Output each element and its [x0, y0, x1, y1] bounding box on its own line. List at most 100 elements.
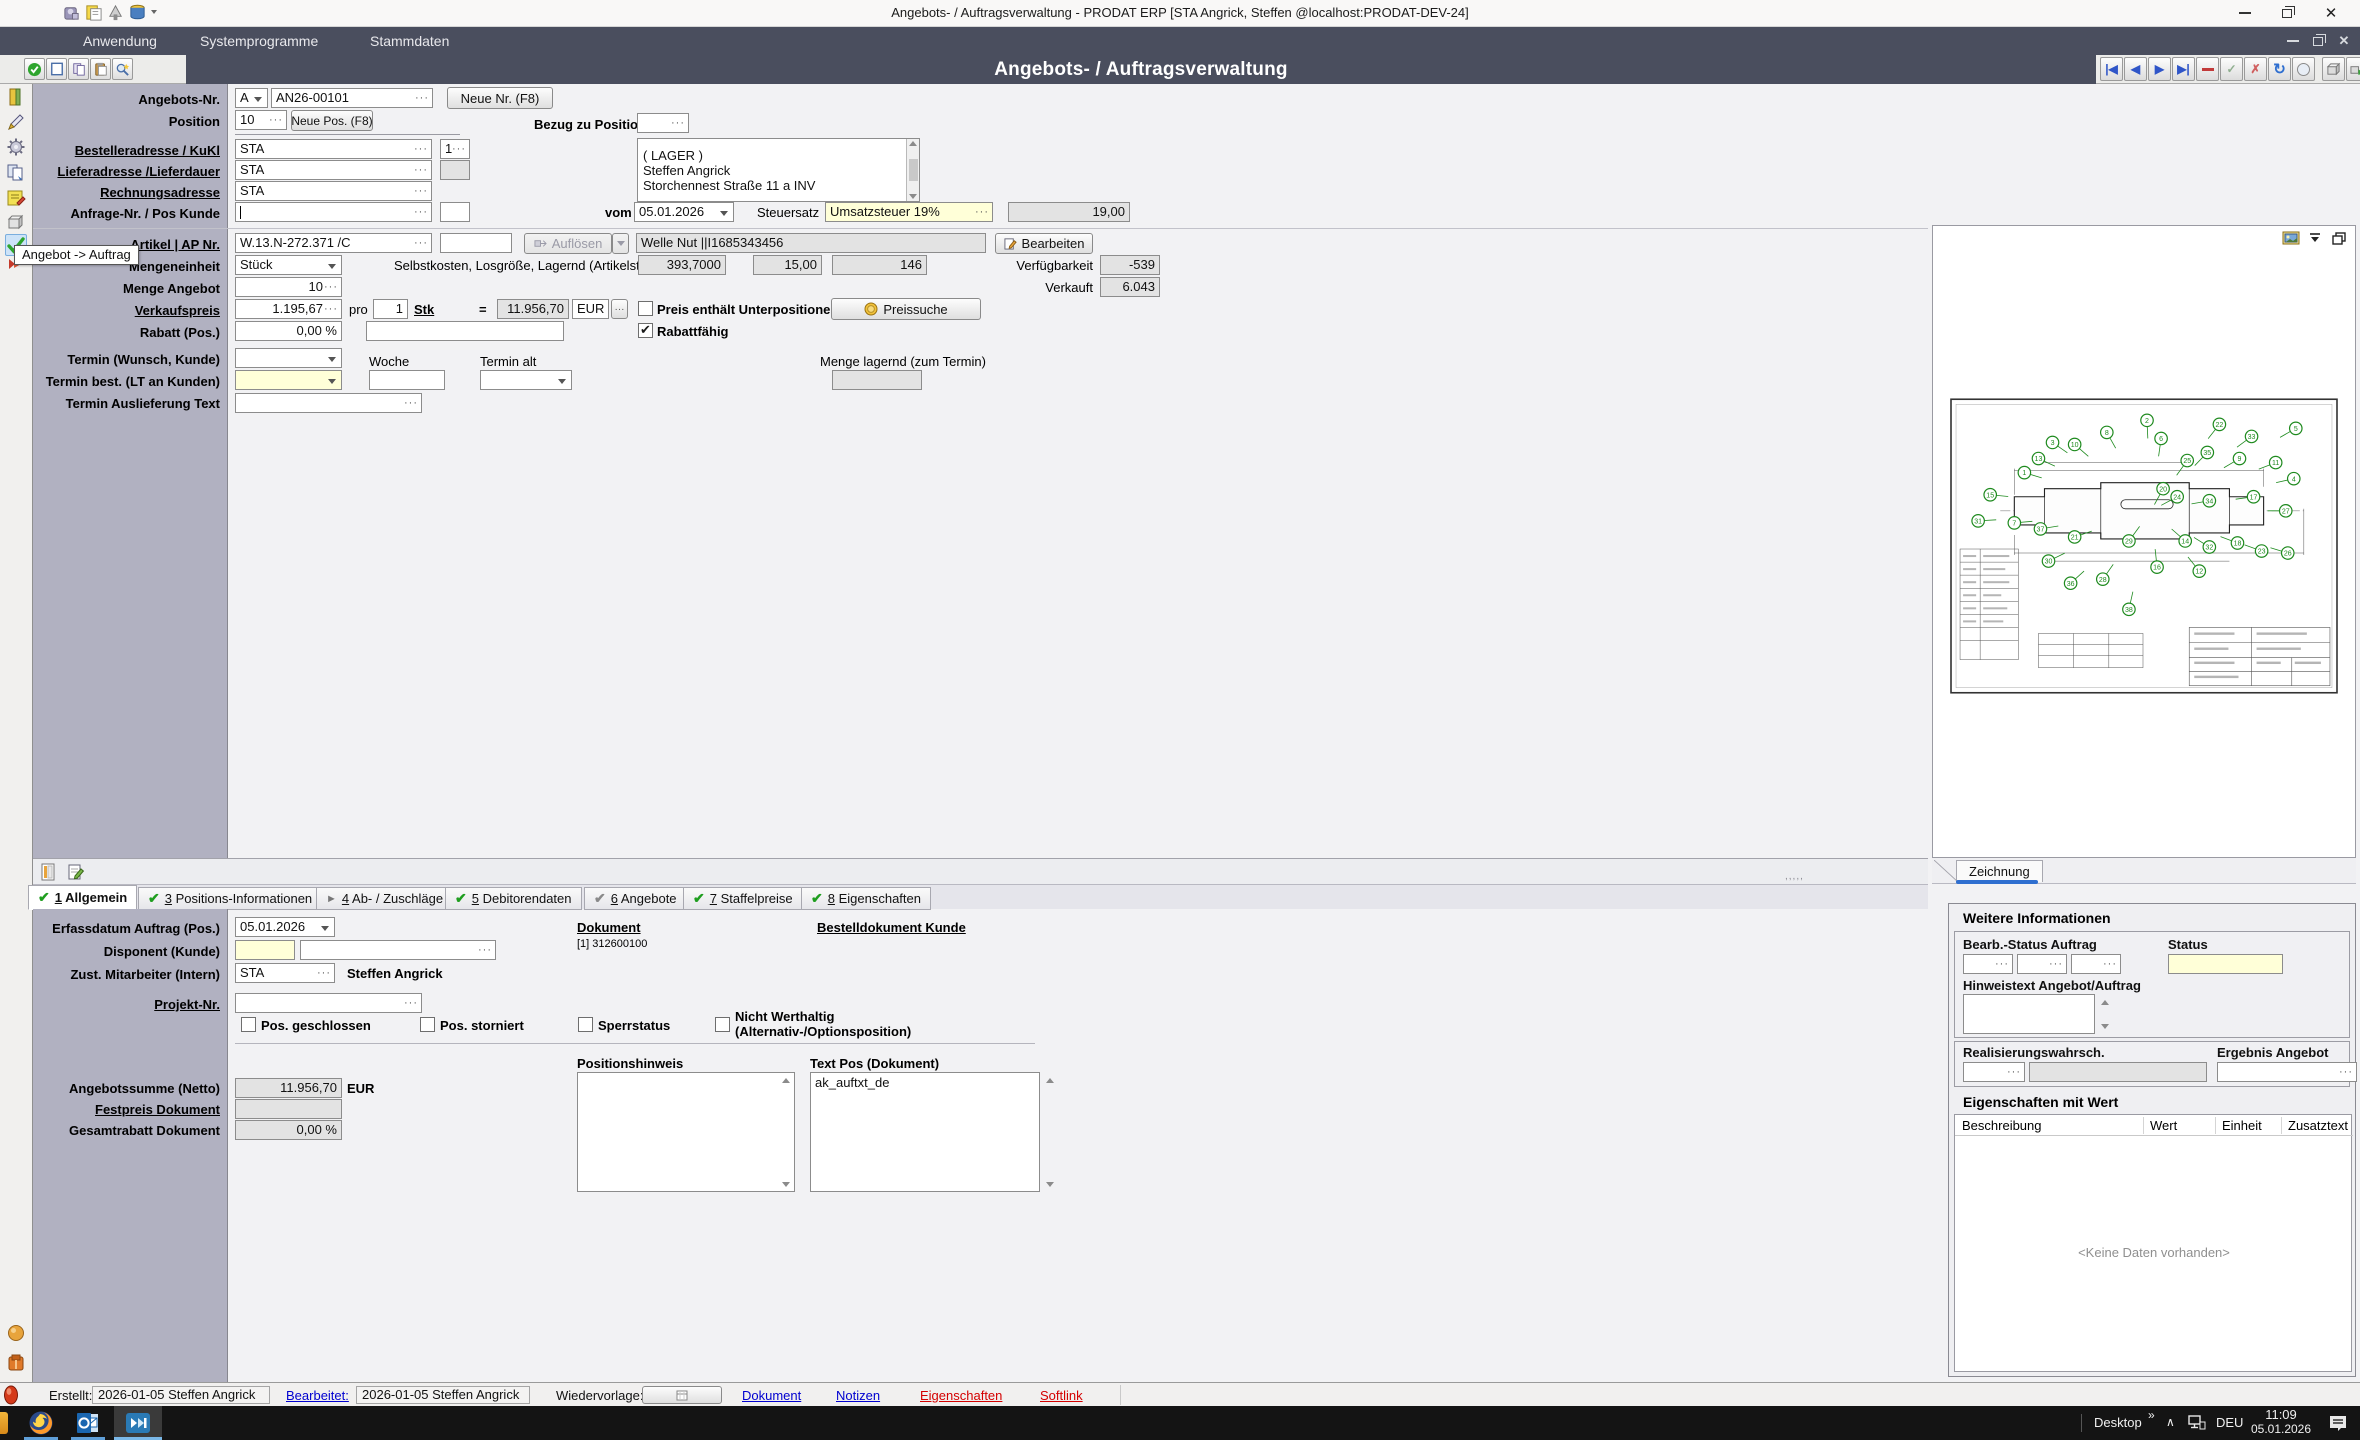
- nicht-werthaltig-checkbox[interactable]: [715, 1017, 730, 1032]
- rabatt-zusatz-input[interactable]: [366, 321, 564, 341]
- menu-systemprogramme[interactable]: Systemprogramme: [200, 27, 318, 55]
- edit-note-icon[interactable]: [65, 861, 87, 883]
- verkaufspreis-input[interactable]: 1.195,67: [235, 299, 342, 319]
- anfrage-nr-input[interactable]: [235, 202, 432, 222]
- orange-package-icon[interactable]: [5, 1352, 27, 1374]
- menu-stammdaten[interactable]: Stammdaten: [370, 27, 449, 55]
- col-wert[interactable]: Wert: [2150, 1118, 2177, 1133]
- softlink-link[interactable]: Softlink: [1040, 1388, 1083, 1403]
- desktop-toolbar-label[interactable]: Desktop: [2094, 1415, 2142, 1430]
- termin-alt-select[interactable]: [480, 370, 572, 390]
- aufloesen-button[interactable]: Auflösen: [524, 233, 612, 254]
- settings-gear-icon[interactable]: [5, 136, 27, 158]
- pos-kunde-input[interactable]: [440, 202, 470, 222]
- paste-icon[interactable]: [90, 58, 111, 80]
- address-scrollbar[interactable]: [906, 139, 919, 201]
- bearbeiten-button[interactable]: Bearbeiten: [995, 233, 1093, 254]
- confirm-icon[interactable]: [24, 58, 45, 80]
- scroll-up-icon[interactable]: [2101, 1000, 2109, 1005]
- toolbar-chevrons[interactable]: »: [2148, 1408, 2155, 1422]
- mdi-restore-button[interactable]: [2307, 31, 2329, 51]
- scroll-down-icon[interactable]: [1046, 1182, 1054, 1187]
- tab-allgemein[interactable]: ✔1 Allgemein: [28, 885, 137, 910]
- realisierung-input[interactable]: [1963, 1062, 2025, 1082]
- currency-browse-button[interactable]: ···: [611, 299, 628, 319]
- disponent-input[interactable]: [300, 940, 496, 960]
- tab-eigenschaften[interactable]: ✔8 Eigenschaften: [801, 887, 931, 910]
- vom-date-select[interactable]: 05.01.2026: [634, 202, 734, 222]
- col-zusatztext[interactable]: Zusatztext: [2288, 1118, 2348, 1133]
- eigenschaften-link[interactable]: Eigenschaften: [920, 1388, 1002, 1403]
- position-input[interactable]: 10: [235, 110, 287, 130]
- lieferadresse-input[interactable]: STA: [235, 160, 432, 180]
- status-input[interactable]: [2168, 954, 2283, 974]
- bestelleradresse-input[interactable]: STA: [235, 139, 432, 159]
- artikel-zusatz-input[interactable]: [440, 233, 512, 253]
- nav-first-icon[interactable]: |◀: [2100, 57, 2123, 81]
- artikel-nr-input[interactable]: W.13.N-272.371 /C: [235, 233, 432, 253]
- search-wizard-icon[interactable]: [112, 58, 133, 80]
- delete-record-icon[interactable]: [2196, 57, 2219, 81]
- taskbar-firefox[interactable]: [20, 1406, 62, 1440]
- bearb-status-input-3[interactable]: [2071, 954, 2121, 974]
- hinweistext-textarea[interactable]: [1963, 994, 2095, 1034]
- bearb-status-input-1[interactable]: [1963, 954, 2013, 974]
- exit-icon[interactable]: [5, 86, 27, 108]
- termin-wunsch-select[interactable]: [235, 348, 342, 368]
- new-icon[interactable]: [46, 58, 67, 80]
- mdi-minimize-button[interactable]: [2282, 31, 2304, 51]
- bestelleradresse-label[interactable]: Bestelleradresse / KuKl: [40, 143, 220, 158]
- image-load-icon[interactable]: [2281, 229, 2301, 247]
- tray-expand-icon[interactable]: ∧: [2166, 1415, 2175, 1429]
- nav-last-icon[interactable]: ▶|: [2172, 57, 2195, 81]
- tab-staffelpreise[interactable]: ✔7 Staffelpreise: [683, 887, 803, 910]
- nav-next-icon[interactable]: ▶: [2148, 57, 2171, 81]
- splitter-handle[interactable]: ,,,,,: [1785, 871, 1804, 882]
- steuersatz-input[interactable]: Umsatzsteuer 19%: [825, 202, 993, 222]
- tab-angebote[interactable]: ✔6 Angebote: [584, 887, 687, 910]
- restore-button[interactable]: [2270, 0, 2304, 26]
- edit-pencil-icon[interactable]: [5, 111, 27, 133]
- angebots-typ-select[interactable]: A: [235, 88, 268, 108]
- festpreis-label[interactable]: Festpreis Dokument: [40, 1102, 220, 1117]
- notizen-link[interactable]: Notizen: [836, 1388, 880, 1403]
- rabatt-input[interactable]: 0,00 %: [235, 321, 342, 341]
- network-icon[interactable]: [2188, 1415, 2206, 1430]
- nav-prev-icon[interactable]: ◀: [2124, 57, 2147, 81]
- currency-input[interactable]: EUR: [572, 299, 609, 319]
- address-listbox[interactable]: ( LAGER ) Steffen Angrick Storchennest S…: [637, 138, 920, 202]
- aufloesen-dropdown[interactable]: [612, 233, 629, 254]
- taskbar-prodat[interactable]: [114, 1406, 162, 1440]
- lieferdauer-input[interactable]: [440, 160, 470, 180]
- scroll-up-icon[interactable]: [782, 1078, 790, 1083]
- dokument-ref[interactable]: [1] 312600100: [577, 938, 647, 950]
- tab-ab-zuschlaege[interactable]: ►4 Ab- / Zuschläge: [316, 887, 453, 910]
- dokument-label[interactable]: Dokument: [577, 920, 641, 935]
- neue-nr-button[interactable]: Neue Nr. (F8): [447, 87, 553, 109]
- bearb-status-input-2[interactable]: [2017, 954, 2067, 974]
- pos-geschlossen-checkbox[interactable]: [241, 1017, 256, 1032]
- package-box-icon[interactable]: [5, 211, 27, 233]
- ergebnis-input[interactable]: [2217, 1062, 2357, 1082]
- dokument-link[interactable]: Dokument: [742, 1388, 801, 1403]
- positionshinweis-textarea[interactable]: [577, 1072, 795, 1192]
- package-run-icon[interactable]: [2346, 57, 2360, 81]
- stk-label[interactable]: Stk: [414, 302, 434, 317]
- pos-storniert-checkbox[interactable]: [420, 1017, 435, 1032]
- rechnungsadresse-label[interactable]: Rechnungsadresse: [40, 185, 220, 200]
- termin-best-select[interactable]: [235, 370, 342, 390]
- col-beschreibung[interactable]: Beschreibung: [1962, 1118, 2042, 1133]
- pro-menge-input[interactable]: 1: [373, 299, 408, 319]
- alert-ball-icon[interactable]: [5, 1322, 27, 1344]
- language-indicator[interactable]: DEU: [2216, 1415, 2243, 1430]
- tab-zeichnung[interactable]: Zeichnung: [1956, 860, 2043, 882]
- menge-angebot-input[interactable]: 10: [235, 277, 342, 297]
- scroll-down-icon[interactable]: [2101, 1024, 2109, 1029]
- scroll-up-icon[interactable]: [1046, 1078, 1054, 1083]
- close-button[interactable]: ✕: [2314, 0, 2348, 26]
- scroll-down-icon[interactable]: [782, 1182, 790, 1187]
- projekt-nr-input[interactable]: [235, 993, 422, 1013]
- grid-view-icon[interactable]: [39, 861, 61, 883]
- menu-anwendung[interactable]: Anwendung: [83, 27, 157, 55]
- duplicate-doc-icon[interactable]: [5, 161, 27, 183]
